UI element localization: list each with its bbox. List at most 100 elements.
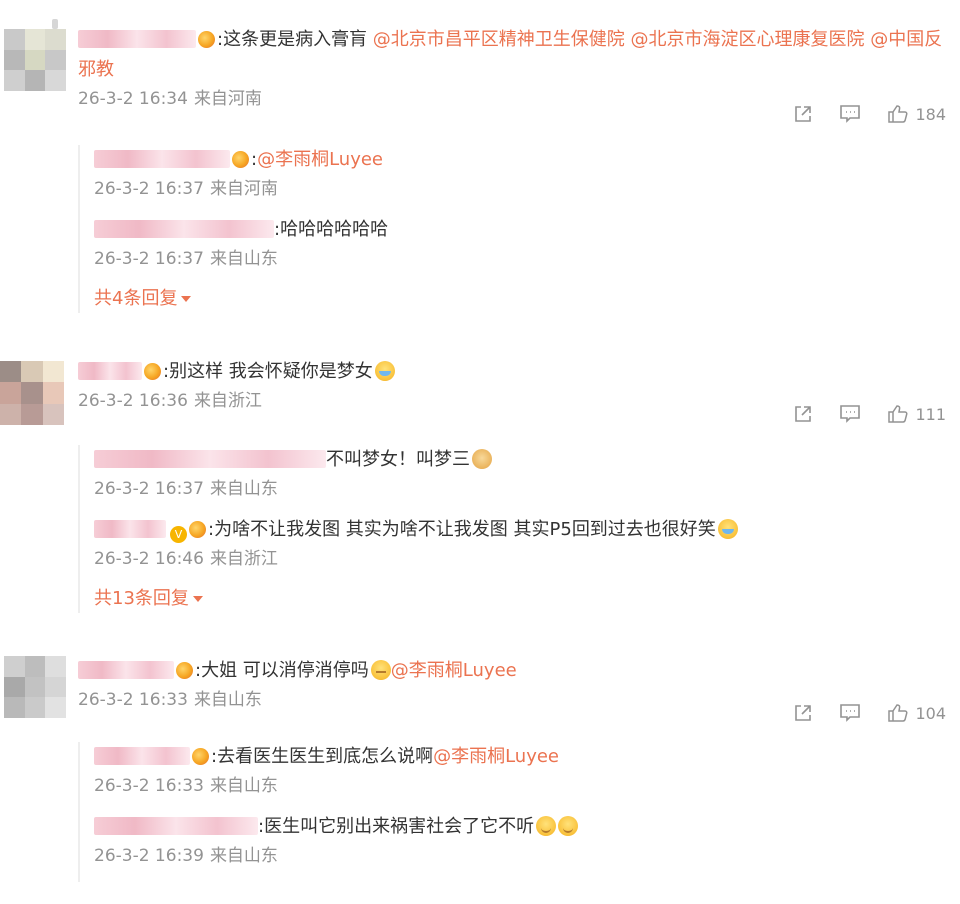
comment-location: 来自山东 (193, 690, 262, 710)
reply-item: :@李雨桐Luyee 26-3-2 16:37 来自河南 (94, 145, 946, 203)
comment-actions: 111 (793, 403, 946, 425)
like-button[interactable]: 111 (887, 403, 946, 425)
reply-list: :去看医生医生到底怎么说啊@李雨桐Luyee 26-3-2 16:33 来自山东 … (78, 742, 946, 882)
comment-time: 26-3-2 16:36 (78, 391, 188, 411)
mention-link[interactable]: @李雨桐Luyee (257, 149, 383, 170)
share-button[interactable] (793, 103, 813, 125)
reply-button[interactable] (839, 702, 861, 724)
expand-replies-button[interactable]: 共4条回复 (94, 285, 192, 313)
reply-text: :哈哈哈哈哈哈 (274, 219, 389, 240)
reply-location: 来自山东 (209, 249, 278, 269)
reply-meta: 26-3-2 16:37 来自山东 (94, 475, 946, 503)
scroll-remnant (52, 19, 58, 29)
sleepy-emoji-icon (370, 660, 391, 680)
reply-text: 不叫梦女！叫梦三 (326, 449, 470, 470)
reply-text-line: :@李雨桐Luyee (94, 145, 946, 175)
comment-text: :这条更是病入膏肓 (217, 29, 373, 50)
like-button[interactable]: 104 (887, 702, 946, 724)
comment-body: :这条更是病入膏肓 @北京市昌平区精神卫生保健院 @北京市海淀区心理康复医院 @… (78, 25, 946, 113)
comment-actions: 104 (793, 702, 946, 724)
verified-badge-icon: V (170, 526, 187, 543)
blurred-username[interactable] (78, 661, 174, 679)
blurred-username[interactable] (94, 150, 230, 168)
reply-meta: 26-3-2 16:39 来自山东 (94, 842, 946, 870)
blurred-username[interactable] (94, 520, 166, 538)
share-icon (795, 705, 812, 721)
mention-link[interactable]: @北京市海淀区心理康复医院 (631, 29, 865, 50)
fan-badge-icon (176, 662, 193, 679)
reply-time: 26-3-2 16:37 (94, 249, 204, 269)
doge-emoji-icon (472, 449, 492, 469)
reply-meta: 26-3-2 16:37 来自山东 (94, 245, 946, 273)
reply-meta: 26-3-2 16:33 来自山东 (94, 772, 946, 800)
share-button[interactable] (793, 403, 813, 425)
reply-text-line: :哈哈哈哈哈哈 (94, 215, 946, 245)
fan-badge-icon (192, 748, 209, 765)
reply-item: 不叫梦女！叫梦三 26-3-2 16:37 来自山东 (94, 445, 946, 503)
blurred-username[interactable] (94, 747, 190, 765)
blurred-username[interactable] (78, 362, 142, 380)
blurred-username[interactable] (94, 220, 274, 238)
comment-actions: 184 (793, 103, 946, 125)
comment-text-line: :这条更是病入膏肓 @北京市昌平区精神卫生保健院 @北京市海淀区心理康复医院 @… (78, 25, 946, 85)
reply-location: 来自浙江 (209, 549, 278, 569)
crying-emoji-icon (717, 519, 738, 539)
expand-replies-label: 共4条回复 (94, 288, 178, 309)
blurred-username[interactable] (94, 450, 326, 468)
mention-link[interactable]: @李雨桐Luyee (433, 746, 559, 767)
reply-meta: 26-3-2 16:46 来自浙江 (94, 545, 946, 573)
like-count: 184 (915, 104, 946, 124)
reply-item: :哈哈哈哈哈哈 26-3-2 16:37 来自山东 (94, 215, 946, 273)
reply-button[interactable] (839, 103, 861, 125)
share-button[interactable] (793, 702, 813, 724)
reply-text-line: V :为啥不让我发图 其实为啥不让我发图 其实P5回到过去也很好笑 (94, 515, 946, 545)
thumbs-up-icon (888, 105, 908, 123)
avatar[interactable] (4, 29, 66, 91)
thumbs-up-icon (888, 704, 908, 722)
caret-down-icon (192, 596, 203, 602)
mention-link[interactable]: @北京市昌平区精神卫生保健院 (373, 29, 625, 50)
comment-time: 26-3-2 16:34 (78, 89, 188, 109)
blurred-username[interactable] (94, 817, 258, 835)
comment-text-line: :大姐 可以消停消停吗 @李雨桐Luyee (78, 656, 946, 686)
reply-list: :@李雨桐Luyee 26-3-2 16:37 来自河南 :哈哈哈哈哈哈 26-3… (78, 145, 946, 313)
reply-location: 来自山东 (209, 479, 278, 499)
share-icon (795, 106, 812, 122)
reply-location: 来自山东 (209, 846, 278, 866)
comment-icon (840, 704, 861, 722)
reply-text: :医生叫它别出来祸害社会了它不听 (258, 816, 535, 837)
comment-text: :别这样 我会怀疑你是梦女 (163, 361, 373, 382)
reply-time: 26-3-2 16:37 (94, 179, 204, 199)
like-count: 111 (915, 404, 946, 424)
reply-item: :去看医生医生到底怎么说啊@李雨桐Luyee 26-3-2 16:33 来自山东 (94, 742, 946, 800)
reply-item: V :为啥不让我发图 其实为啥不让我发图 其实P5回到过去也很好笑 26-3-2 … (94, 515, 946, 573)
fan-badge-icon (232, 151, 249, 168)
smile-emoji-icon (558, 816, 579, 836)
reply-text: :为啥不让我发图 其实为啥不让我发图 其实P5回到过去也很好笑 (208, 519, 716, 540)
like-button[interactable]: 184 (887, 103, 946, 125)
fan-badge-icon (198, 31, 215, 48)
reply-location: 来自河南 (209, 179, 278, 199)
caret-down-icon (181, 296, 192, 302)
expand-replies-button[interactable]: 共13条回复 (94, 585, 203, 613)
reply-text-line: 不叫梦女！叫梦三 (94, 445, 946, 475)
comment-time: 26-3-2 16:33 (78, 690, 188, 710)
reply-time: 26-3-2 16:33 (94, 776, 204, 796)
smile-emoji-icon (536, 816, 557, 836)
comment-icon (840, 405, 861, 423)
avatar[interactable] (4, 656, 66, 718)
reply-time: 26-3-2 16:37 (94, 479, 204, 499)
mention-link[interactable]: @李雨桐Luyee (391, 660, 517, 681)
comment-text-line: :别这样 我会怀疑你是梦女 (78, 357, 946, 387)
reply-button[interactable] (839, 403, 861, 425)
avatar[interactable] (0, 361, 64, 425)
fan-badge-icon (189, 521, 206, 538)
comment-location: 来自河南 (193, 89, 262, 109)
blurred-username[interactable] (78, 30, 196, 48)
reply-meta: 26-3-2 16:37 来自河南 (94, 175, 946, 203)
fan-badge-icon (144, 363, 161, 380)
reply-time: 26-3-2 16:46 (94, 549, 204, 569)
reply-text-line: :医生叫它别出来祸害社会了它不听 (94, 812, 946, 842)
expand-replies-label: 共13条回复 (94, 588, 189, 609)
comment-icon (840, 105, 861, 123)
